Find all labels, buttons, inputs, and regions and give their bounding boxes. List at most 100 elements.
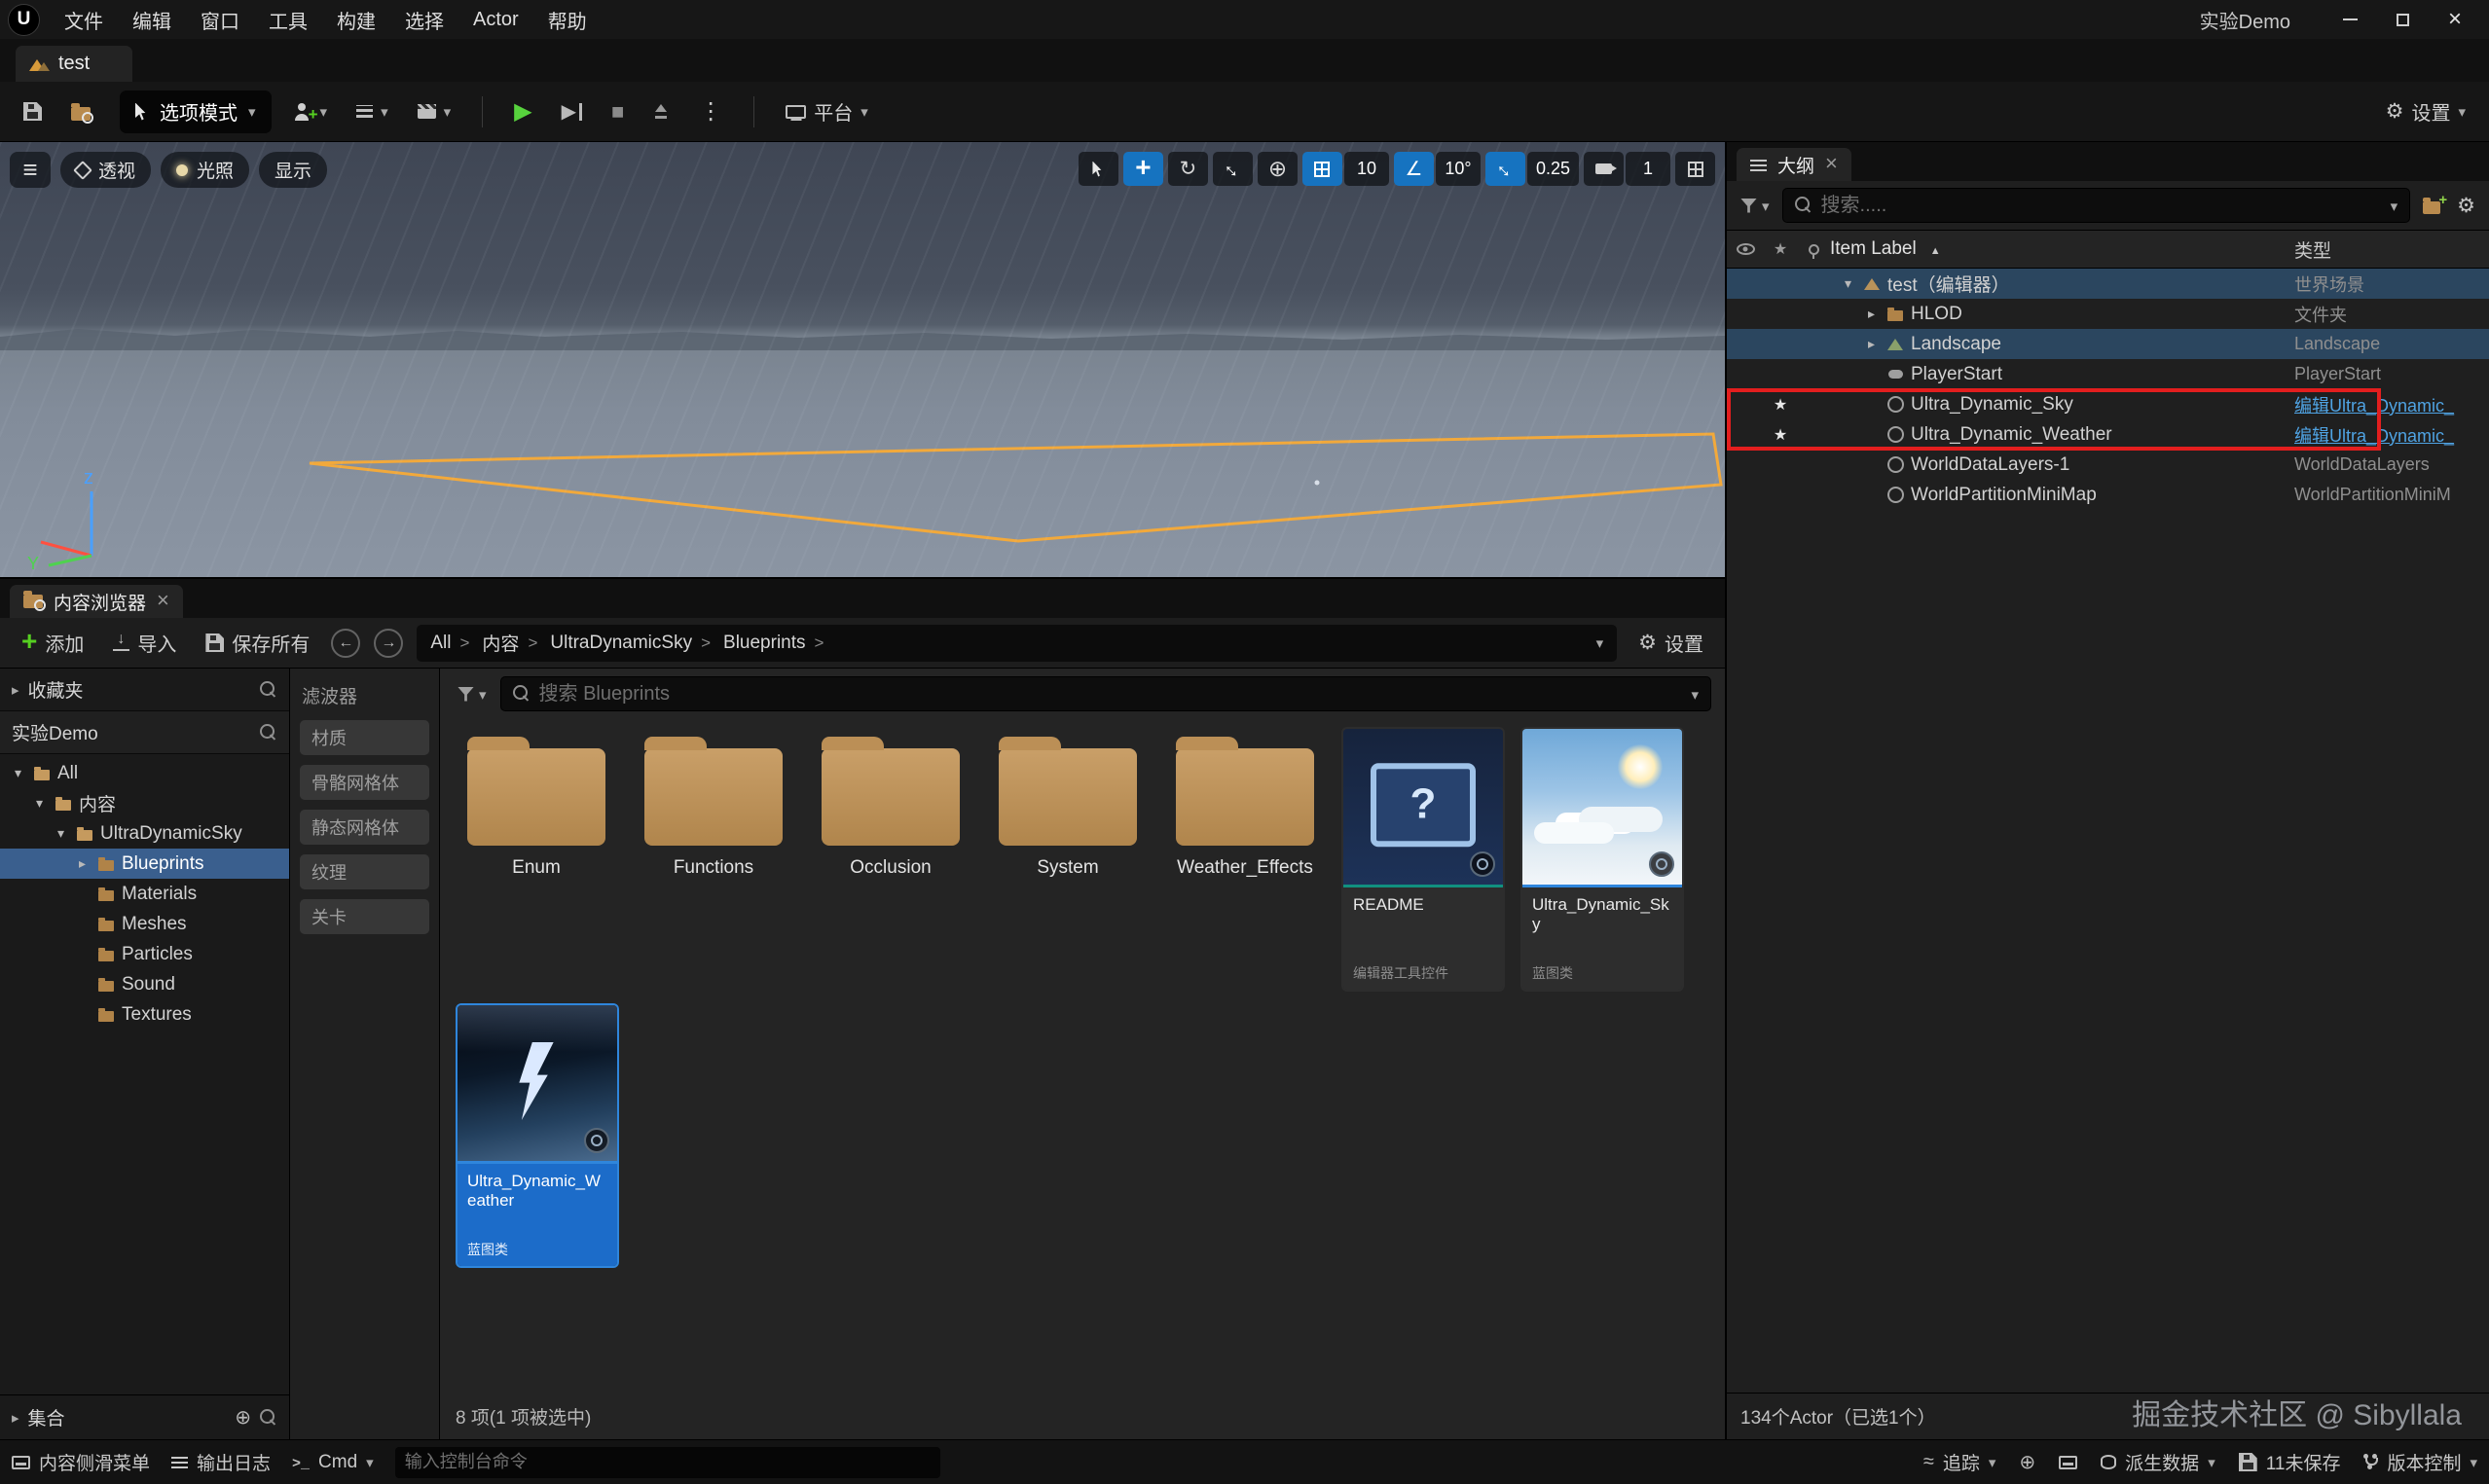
menu-item[interactable]: Actor bbox=[458, 4, 533, 36]
expander-icon[interactable] bbox=[31, 795, 48, 812]
expander-icon[interactable] bbox=[53, 825, 69, 842]
asset-tile[interactable]: README 编辑器工具控件 bbox=[1341, 727, 1505, 992]
maximize-button[interactable] bbox=[2376, 1, 2429, 38]
import-button[interactable]: 导入 bbox=[105, 623, 184, 663]
source-control-dropdown[interactable]: 版本控制 bbox=[2363, 1449, 2477, 1475]
menu-item[interactable]: 选择 bbox=[390, 1, 458, 39]
asset-filter-dropdown[interactable] bbox=[454, 679, 491, 709]
editor-mode-dropdown[interactable]: 选项模式 bbox=[120, 90, 272, 133]
rotate-tool[interactable] bbox=[1168, 152, 1208, 186]
save-all-button[interactable]: 保存所有 bbox=[198, 623, 317, 663]
folder-tree-item[interactable]: Particles bbox=[0, 939, 289, 969]
minimize-button[interactable] bbox=[2324, 1, 2376, 38]
outliner-search-input[interactable] bbox=[1821, 195, 2382, 217]
folder-tile[interactable]: Enum bbox=[456, 727, 617, 879]
menu-item[interactable]: 构建 bbox=[322, 1, 390, 39]
actor-label-cell[interactable]: Ultra_Dynamic_Sky bbox=[1830, 394, 2294, 416]
outliner-search-box[interactable] bbox=[1782, 188, 2411, 223]
perspective-dropdown[interactable]: 透视 bbox=[60, 152, 151, 188]
filter-pill[interactable]: 静态网格体 bbox=[300, 810, 429, 845]
expander-icon[interactable] bbox=[1863, 306, 1880, 322]
actor-label-cell[interactable]: HLOD bbox=[1830, 304, 2294, 325]
actor-type-cell[interactable]: WorldDataLayers bbox=[2294, 454, 2489, 475]
expander-icon[interactable] bbox=[1863, 336, 1880, 352]
close-icon[interactable] bbox=[1825, 153, 1838, 176]
filter-pill[interactable]: 材质 bbox=[300, 720, 429, 755]
scale-snap-value[interactable]: 0.25 bbox=[1527, 152, 1579, 186]
asset-search-input[interactable] bbox=[539, 683, 1683, 706]
folder-tree-item[interactable]: Blueprints bbox=[0, 849, 289, 879]
scale-tool[interactable] bbox=[1213, 152, 1253, 186]
session-record-button[interactable] bbox=[2019, 1450, 2035, 1474]
snapshot-button[interactable] bbox=[2059, 1456, 2077, 1469]
content-drawer-button[interactable]: 内容侧滑菜单 bbox=[12, 1449, 150, 1475]
breadcrumb-item[interactable]: Blueprints bbox=[723, 633, 832, 654]
expander-icon[interactable] bbox=[1840, 275, 1856, 292]
search-icon[interactable] bbox=[260, 1409, 277, 1427]
unsaved-button[interactable]: 11未保存 bbox=[2239, 1449, 2341, 1475]
close-icon[interactable] bbox=[157, 590, 169, 613]
console-input[interactable] bbox=[405, 1452, 931, 1472]
level-viewport[interactable]: 透视 光照 显示 bbox=[0, 142, 1725, 577]
outliner-settings-button[interactable] bbox=[2453, 190, 2479, 222]
asset-tile[interactable]: Ultra_Dynamic_Weather 蓝图类 bbox=[456, 1003, 619, 1268]
outliner-row[interactable]: HLOD 文件夹 bbox=[1727, 299, 2489, 329]
actor-label-cell[interactable]: WorldPartitionMiniMap bbox=[1830, 485, 2294, 506]
folder-tile[interactable]: Functions bbox=[633, 727, 794, 879]
content-browser-tab[interactable]: 内容浏览器 bbox=[10, 585, 183, 618]
filter-pill[interactable]: 关卡 bbox=[300, 899, 429, 934]
actor-type-cell[interactable]: 世界场景 bbox=[2294, 271, 2489, 297]
eject-button[interactable] bbox=[645, 98, 677, 125]
create-folder-button[interactable] bbox=[2419, 193, 2444, 218]
outliner-row[interactable]: Ultra_Dynamic_Weather 编辑Ultra_Dynamic_ bbox=[1727, 419, 2489, 450]
search-icon[interactable] bbox=[260, 724, 277, 742]
viewport-options-menu[interactable] bbox=[10, 152, 51, 188]
folder-tree-item[interactable]: 内容 bbox=[0, 788, 289, 818]
folder-tree-item[interactable]: Textures bbox=[0, 999, 289, 1030]
actor-type-cell[interactable]: 文件夹 bbox=[2294, 302, 2489, 327]
breadcrumb-bar[interactable]: All 内容 UltraDynamicSky Blueprints bbox=[417, 625, 1617, 662]
folder-tile[interactable]: System bbox=[987, 727, 1149, 879]
chevron-right-icon[interactable] bbox=[12, 679, 19, 701]
path-dropdown-icon[interactable] bbox=[1596, 632, 1604, 654]
play-button[interactable] bbox=[506, 91, 539, 131]
asset-search-box[interactable] bbox=[500, 676, 1711, 711]
actor-label-cell[interactable]: WorldDataLayers-1 bbox=[1830, 454, 2294, 476]
camera-speed-button[interactable] bbox=[1584, 152, 1624, 186]
stop-button[interactable] bbox=[604, 93, 632, 130]
folder-tree-item[interactable]: Materials bbox=[0, 879, 289, 909]
menu-item[interactable]: 文件 bbox=[50, 1, 118, 39]
folder-tree-item[interactable]: All bbox=[0, 758, 289, 788]
content-browser-settings[interactable]: 设置 bbox=[1630, 623, 1711, 663]
breadcrumb-item[interactable]: All bbox=[430, 633, 478, 654]
frame-skip-button[interactable] bbox=[554, 93, 590, 129]
expander-icon[interactable] bbox=[74, 855, 91, 872]
visibility-column-icon[interactable] bbox=[1737, 243, 1755, 255]
favorites-section[interactable]: 收藏夹 bbox=[0, 669, 289, 711]
cinematics-dropdown[interactable] bbox=[410, 94, 459, 128]
outliner-row[interactable]: WorldDataLayers-1 WorldDataLayers bbox=[1727, 450, 2489, 480]
camera-speed-value[interactable]: 1 bbox=[1626, 152, 1670, 186]
world-local-toggle[interactable] bbox=[1258, 152, 1298, 186]
favorite-cell[interactable] bbox=[1764, 424, 1797, 446]
menu-item[interactable]: 帮助 bbox=[533, 1, 602, 39]
actor-label-cell[interactable]: Landscape bbox=[1830, 334, 2294, 355]
navigate-forward-button[interactable] bbox=[374, 629, 403, 658]
breadcrumb-item[interactable]: UltraDynamicSky bbox=[550, 633, 719, 654]
grid-snap-value[interactable]: 10 bbox=[1344, 152, 1389, 186]
outliner-row[interactable]: Ultra_Dynamic_Sky 编辑Ultra_Dynamic_ bbox=[1727, 389, 2489, 419]
landscape-selection-outline[interactable] bbox=[310, 434, 1721, 541]
menu-item[interactable]: 工具 bbox=[254, 1, 322, 39]
play-options-kebab[interactable] bbox=[691, 91, 730, 131]
chevron-down-icon[interactable] bbox=[2391, 195, 2398, 217]
actor-type-cell[interactable]: Landscape bbox=[2294, 334, 2489, 354]
filter-pill[interactable]: 骨骼网格体 bbox=[300, 765, 429, 800]
search-icon[interactable] bbox=[260, 681, 277, 699]
filter-pill[interactable]: 纹理 bbox=[300, 854, 429, 889]
blueprints-dropdown[interactable] bbox=[348, 94, 396, 128]
item-label-column-header[interactable]: Item Label bbox=[1830, 238, 2294, 260]
folder-tile[interactable]: Occlusion bbox=[810, 727, 971, 879]
collections-section[interactable]: 集合 bbox=[0, 1394, 289, 1439]
actor-label-cell[interactable]: PlayerStart bbox=[1830, 364, 2294, 385]
outliner-row[interactable]: test（编辑器） 世界场景 bbox=[1727, 269, 2489, 299]
